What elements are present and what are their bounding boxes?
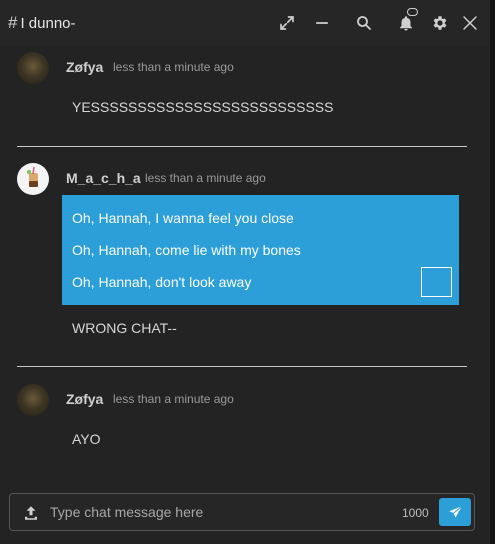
avatar[interactable] <box>17 384 49 416</box>
chat-message-input[interactable] <box>50 497 390 527</box>
send-button[interactable] <box>439 498 471 526</box>
message-time: less than a minute ago <box>113 392 234 406</box>
quote-line: Oh, Hannah, come lie with my bones <box>72 242 301 258</box>
expand-icon[interactable] <box>275 11 299 35</box>
gear-icon[interactable] <box>428 11 452 35</box>
close-icon[interactable] <box>458 11 482 35</box>
message-author[interactable]: M_a_c_h_a <box>66 170 141 186</box>
message-divider <box>17 366 467 367</box>
avatar[interactable] <box>17 52 49 84</box>
chat-window: # I dunno- Zøfya less than a minute ago … <box>0 0 490 544</box>
message-time: less than a minute ago <box>145 171 266 185</box>
select-checkbox[interactable] <box>421 267 452 297</box>
send-icon <box>448 505 462 517</box>
message-time: less than a minute ago <box>113 60 234 74</box>
chat-bubble-icon <box>407 8 418 16</box>
quote-line: Oh, Hannah, don't look away <box>72 274 252 290</box>
message-text: WRONG CHAT-- <box>72 320 177 336</box>
message-author[interactable]: Zøfya <box>66 59 103 75</box>
background-panel <box>490 0 495 544</box>
message-author[interactable]: Zøfya <box>66 391 103 407</box>
message-text: YESSSSSSSSSSSSSSSSSSSSSSSSSS <box>72 99 334 115</box>
message-list[interactable]: Zøfya less than a minute ago YESSSSSSSSS… <box>0 46 490 486</box>
chat-composer: 1000 <box>9 493 475 531</box>
search-icon[interactable] <box>352 11 376 35</box>
channel-name: I dunno- <box>20 14 76 32</box>
message-text: AYO <box>72 431 101 447</box>
chat-header: # I dunno- <box>0 0 490 46</box>
minimize-icon[interactable] <box>310 11 334 35</box>
message-divider <box>17 146 467 147</box>
avatar[interactable] <box>17 163 49 195</box>
upload-icon[interactable] <box>22 504 40 522</box>
quote-line: Oh, Hannah, I wanna feel you close <box>72 210 294 226</box>
channel-title: # I dunno- <box>8 13 76 33</box>
hash-icon: # <box>8 13 18 32</box>
selected-quote[interactable]: Oh, Hannah, I wanna feel you close Oh, H… <box>62 195 459 305</box>
char-counter: 1000 <box>402 506 429 520</box>
